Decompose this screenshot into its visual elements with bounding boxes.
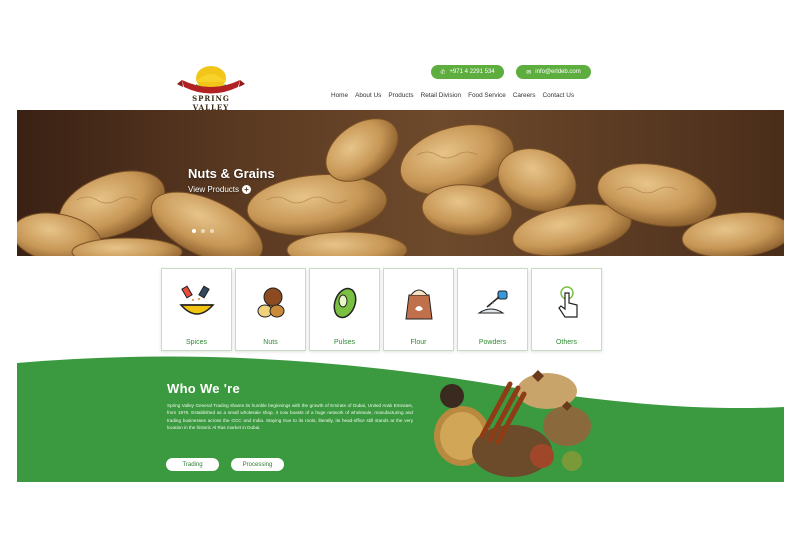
main-nav: Home About Us Products Retail Division F… (331, 92, 574, 99)
category-tile-spices[interactable]: Spices (161, 268, 232, 351)
spices-bowl-icon (179, 285, 215, 315)
category-label: Others (555, 339, 577, 346)
trading-button[interactable]: Trading (166, 458, 219, 471)
plus-circle-icon: + (242, 185, 251, 194)
nav-careers[interactable]: Careers (513, 92, 536, 99)
category-label: Spices (185, 339, 207, 346)
slider-dot-2[interactable] (201, 229, 205, 233)
pulses-icon (333, 287, 357, 319)
category-tile-powders[interactable]: Powders (457, 268, 528, 351)
flour-sack-icon (405, 289, 433, 320)
category-grid: Spices Nuts Pulses Flour Powders Others (161, 268, 602, 351)
category-tile-flour[interactable]: Flour (383, 268, 454, 351)
nav-home[interactable]: Home (331, 92, 348, 99)
nav-about-us[interactable]: About Us (355, 92, 381, 99)
spices-image (434, 370, 591, 477)
phone-icon: ✆ (440, 69, 446, 76)
hero-banner: Nuts & Grains View Products + (17, 110, 784, 256)
view-products-label: View Products (188, 185, 239, 194)
email-address: info@erldeb.com (535, 69, 581, 75)
slider-dot-1[interactable] (192, 229, 196, 233)
nav-products[interactable]: Products (388, 92, 413, 99)
nuts-icon (257, 287, 285, 318)
email-button[interactable]: ✉ info@erldeb.com (516, 65, 591, 79)
phone-button[interactable]: ✆ +971 4 2291 534 (431, 65, 504, 79)
hero-title: Nuts & Grains (188, 166, 275, 181)
slider-dot-3[interactable] (210, 229, 214, 233)
peanuts-image (17, 118, 784, 256)
category-label: Pulses (333, 339, 355, 346)
powder-scoop-icon (477, 290, 508, 314)
hand-pointer-icon (558, 286, 578, 318)
category-tile-nuts[interactable]: Nuts (235, 268, 306, 351)
category-tile-pulses[interactable]: Pulses (309, 268, 380, 351)
mail-icon: ✉ (526, 69, 532, 76)
about-text: Spring Valley General Trading shares its… (167, 403, 413, 431)
category-label: Powders (478, 339, 507, 346)
category-label: Nuts (263, 339, 278, 346)
view-products-link[interactable]: View Products + (188, 185, 251, 194)
nav-retail-division[interactable]: Retail Division (421, 92, 462, 99)
category-label: Flour (410, 339, 427, 346)
nav-food-service[interactable]: Food Service (468, 92, 506, 99)
processing-button[interactable]: Processing (231, 458, 284, 471)
nav-contact-us[interactable]: Contact Us (542, 92, 574, 99)
slider-dots (192, 229, 214, 233)
about-title: Who We 're (167, 381, 241, 396)
category-tile-others[interactable]: Others (531, 268, 602, 351)
phone-number: +971 4 2291 534 (449, 69, 495, 75)
